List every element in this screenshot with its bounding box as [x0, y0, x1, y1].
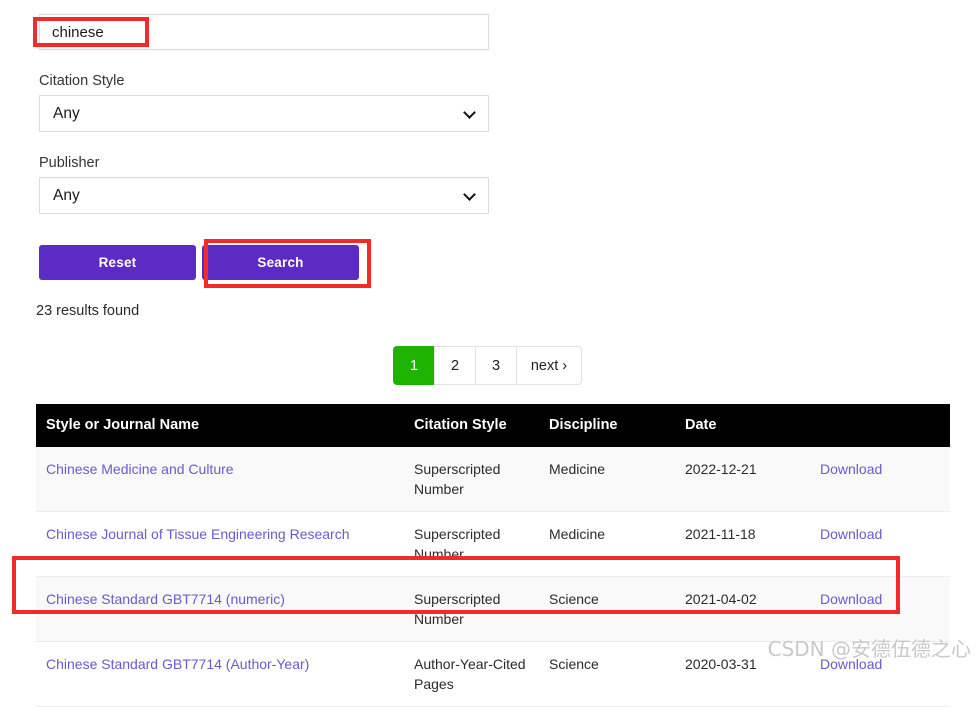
result-date: 2021-11-18: [685, 511, 820, 577]
download-link[interactable]: Download: [820, 526, 882, 542]
search-button[interactable]: Search: [202, 245, 359, 280]
column-header-date: Date: [685, 404, 820, 447]
result-citation-style: Author-Year-Cited Pages: [414, 641, 549, 707]
search-form: Citation Style Any Publisher Any: [39, 14, 489, 214]
result-name-link[interactable]: Chinese Journal of Tissue Engineering Re…: [46, 526, 350, 542]
table-row: Chinese Standard GBT7714 (Author-Year) A…: [36, 641, 950, 707]
search-query-input[interactable]: [39, 14, 489, 50]
result-discipline: Science: [549, 576, 685, 642]
download-link[interactable]: Download: [820, 461, 882, 477]
column-header-discipline: Discipline: [549, 404, 685, 447]
table-row: Chinese Standard GBT7714 (numeric) Super…: [36, 576, 950, 642]
publisher-label: Publisher: [39, 155, 100, 171]
pagination: 1 2 3 next ›: [393, 346, 582, 385]
result-date: 2020-03-31: [685, 641, 820, 707]
download-link[interactable]: Download: [820, 591, 882, 607]
result-date: 2022-12-21: [685, 447, 820, 512]
column-header-style-or-journal-name: Style or Journal Name: [36, 404, 414, 447]
table-header-row: Style or Journal Name Citation Style Dis…: [36, 404, 950, 447]
publisher-select[interactable]: Any: [39, 177, 489, 214]
result-date: 2021-04-02: [685, 576, 820, 642]
result-citation-style: Superscripted Number: [414, 511, 549, 577]
results-table-header: Style or Journal Name Citation Style Dis…: [36, 404, 950, 447]
result-discipline: Medicine: [549, 447, 685, 512]
result-discipline: Medicine: [549, 511, 685, 577]
result-citation-style: Superscripted Number: [414, 447, 549, 512]
pagination-page-1[interactable]: 1: [393, 346, 434, 385]
result-discipline: Science: [549, 641, 685, 707]
result-name-link[interactable]: Chinese Medicine and Culture: [46, 461, 234, 477]
column-header-citation-style: Citation Style: [414, 404, 549, 447]
reset-button[interactable]: Reset: [39, 245, 196, 280]
column-header-download: [820, 404, 950, 447]
citation-style-label: Citation Style: [39, 73, 125, 89]
pagination-page-3[interactable]: 3: [475, 346, 516, 385]
pagination-next[interactable]: next ›: [516, 346, 582, 385]
table-row: Chinese Medicine and Culture Superscript…: [36, 447, 950, 512]
publisher-select-value: Any: [39, 177, 489, 214]
citation-style-select-value: Any: [39, 95, 489, 132]
result-name-link[interactable]: Chinese Standard GBT7714 (numeric): [46, 591, 285, 607]
results-table-body: Chinese Medicine and Culture Superscript…: [36, 447, 950, 707]
results-count-text: 23 results found: [36, 303, 140, 319]
table-row: Chinese Journal of Tissue Engineering Re…: [36, 511, 950, 577]
pagination-page-2[interactable]: 2: [434, 346, 475, 385]
form-button-row: Reset Search: [39, 245, 359, 280]
results-table: Style or Journal Name Citation Style Dis…: [36, 404, 950, 707]
result-citation-style: Superscripted Number: [414, 576, 549, 642]
citation-style-select[interactable]: Any: [39, 95, 489, 132]
